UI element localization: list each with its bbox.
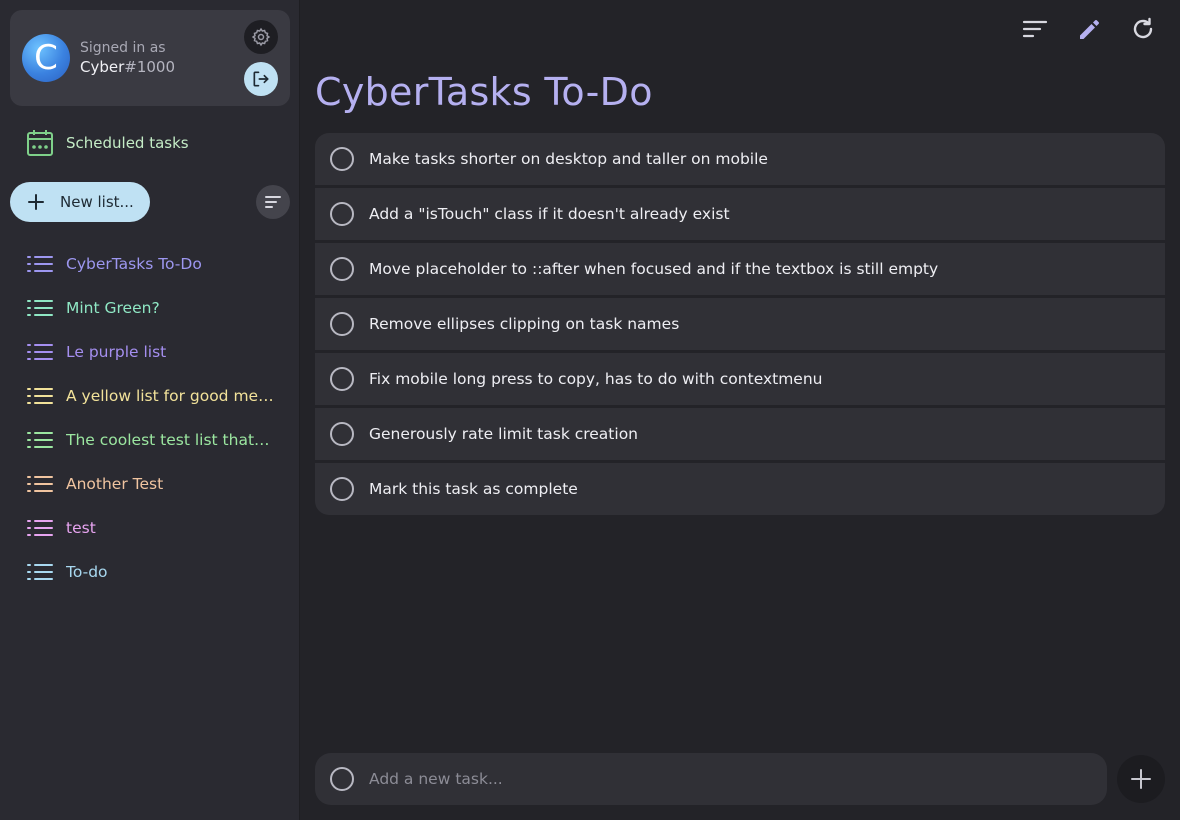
list-collection: CyberTasks To-Do Mint Green? Le purple lis… xyxy=(10,242,290,594)
sort-icon[interactable] xyxy=(1022,16,1048,42)
sidebar-list-label: Mint Green? xyxy=(66,299,160,317)
calendar-icon xyxy=(27,130,53,156)
pencil-icon[interactable] xyxy=(1076,16,1102,42)
sidebar-list-label: The coolest test list that ever existed xyxy=(66,431,274,449)
add-task-bar xyxy=(315,753,1107,805)
settings-button[interactable] xyxy=(244,20,278,54)
username: Cyber#1000 xyxy=(80,58,175,76)
task-row[interactable]: Generously rate limit task creation xyxy=(315,408,1165,460)
list-icon xyxy=(27,476,53,492)
task-name: Move placeholder to ::after when focused… xyxy=(369,260,939,278)
new-list-button[interactable]: New list... xyxy=(10,182,150,222)
sidebar-list-item[interactable]: Another Test xyxy=(10,462,290,506)
sidebar-list-label: Le purple list xyxy=(66,343,167,361)
task-checkbox[interactable] xyxy=(330,422,354,446)
task-name: Add a "isTouch" class if it doesn't alre… xyxy=(369,205,730,223)
task-row[interactable]: Mark this task as complete xyxy=(315,463,1165,515)
plus-icon xyxy=(1131,769,1151,789)
task-name: Make tasks shorter on desktop and taller… xyxy=(369,150,768,168)
sidebar-list-item[interactable]: test xyxy=(10,506,290,550)
sort-icon xyxy=(265,196,281,208)
user-card: C Signed in as Cyber#1000 xyxy=(10,10,290,106)
scheduled-tasks-label: Scheduled tasks xyxy=(66,134,189,152)
sidebar-list-label: Another Test xyxy=(66,475,164,493)
list-icon xyxy=(27,256,53,272)
plus-icon xyxy=(28,194,44,210)
task-checkbox[interactable] xyxy=(330,312,354,336)
sidebar-list-label: test xyxy=(66,519,96,537)
logout-icon xyxy=(253,71,269,87)
list-icon xyxy=(27,344,53,360)
sort-lists-button[interactable] xyxy=(256,185,290,219)
task-checkbox[interactable] xyxy=(330,367,354,391)
sidebar-list-label: A yellow list for good measure xyxy=(66,387,274,405)
task-name: Mark this task as complete xyxy=(369,480,578,498)
new-list-label: New list... xyxy=(60,193,134,211)
sidebar-list-item[interactable]: A yellow list for good measure xyxy=(10,374,290,418)
task-row[interactable]: Move placeholder to ::after when focused… xyxy=(315,243,1165,295)
task-row[interactable]: Fix mobile long press to copy, has to do… xyxy=(315,353,1165,405)
add-task-circle-icon xyxy=(330,767,354,791)
signed-in-label: Signed in as xyxy=(80,40,166,56)
username-name: Cyber xyxy=(80,58,125,76)
sidebar-list-label: To-do xyxy=(66,563,108,581)
task-name: Remove ellipses clipping on task names xyxy=(369,315,680,333)
sidebar-list-label: CyberTasks To-Do xyxy=(66,255,202,273)
scheduled-tasks-link[interactable]: Scheduled tasks xyxy=(10,124,290,162)
task-row[interactable]: Remove ellipses clipping on task names xyxy=(315,298,1165,350)
gear-icon xyxy=(251,27,271,47)
add-task-input[interactable] xyxy=(369,770,1069,788)
task-name: Fix mobile long press to copy, has to do… xyxy=(369,370,823,388)
task-row[interactable]: Add a "isTouch" class if it doesn't alre… xyxy=(315,188,1165,240)
list-icon xyxy=(27,432,53,448)
sidebar-list-item[interactable]: Mint Green? xyxy=(10,286,290,330)
list-icon xyxy=(27,388,53,404)
sidebar-list-item[interactable]: CyberTasks To-Do xyxy=(10,242,290,286)
add-task-button[interactable] xyxy=(1117,755,1165,803)
page-title: CyberTasks To-Do xyxy=(315,70,653,114)
sidebar-list-item[interactable]: To-do xyxy=(10,550,290,594)
task-row[interactable]: Make tasks shorter on desktop and taller… xyxy=(315,133,1165,185)
task-name: Generously rate limit task creation xyxy=(369,425,638,443)
refresh-icon[interactable] xyxy=(1130,16,1156,42)
task-list: Make tasks shorter on desktop and taller… xyxy=(315,133,1165,518)
task-checkbox[interactable] xyxy=(330,202,354,226)
avatar: C xyxy=(22,34,70,82)
list-icon xyxy=(27,520,53,536)
task-checkbox[interactable] xyxy=(330,477,354,501)
sidebar: C Signed in as Cyber#1000 Scheduled task… xyxy=(0,0,300,820)
username-tag: #1000 xyxy=(124,58,176,76)
sidebar-list-item[interactable]: The coolest test list that ever existed xyxy=(10,418,290,462)
logout-button[interactable] xyxy=(244,62,278,96)
sidebar-list-item[interactable]: Le purple list xyxy=(10,330,290,374)
list-icon xyxy=(27,564,53,580)
task-checkbox[interactable] xyxy=(330,257,354,281)
list-icon xyxy=(27,300,53,316)
task-checkbox[interactable] xyxy=(330,147,354,171)
